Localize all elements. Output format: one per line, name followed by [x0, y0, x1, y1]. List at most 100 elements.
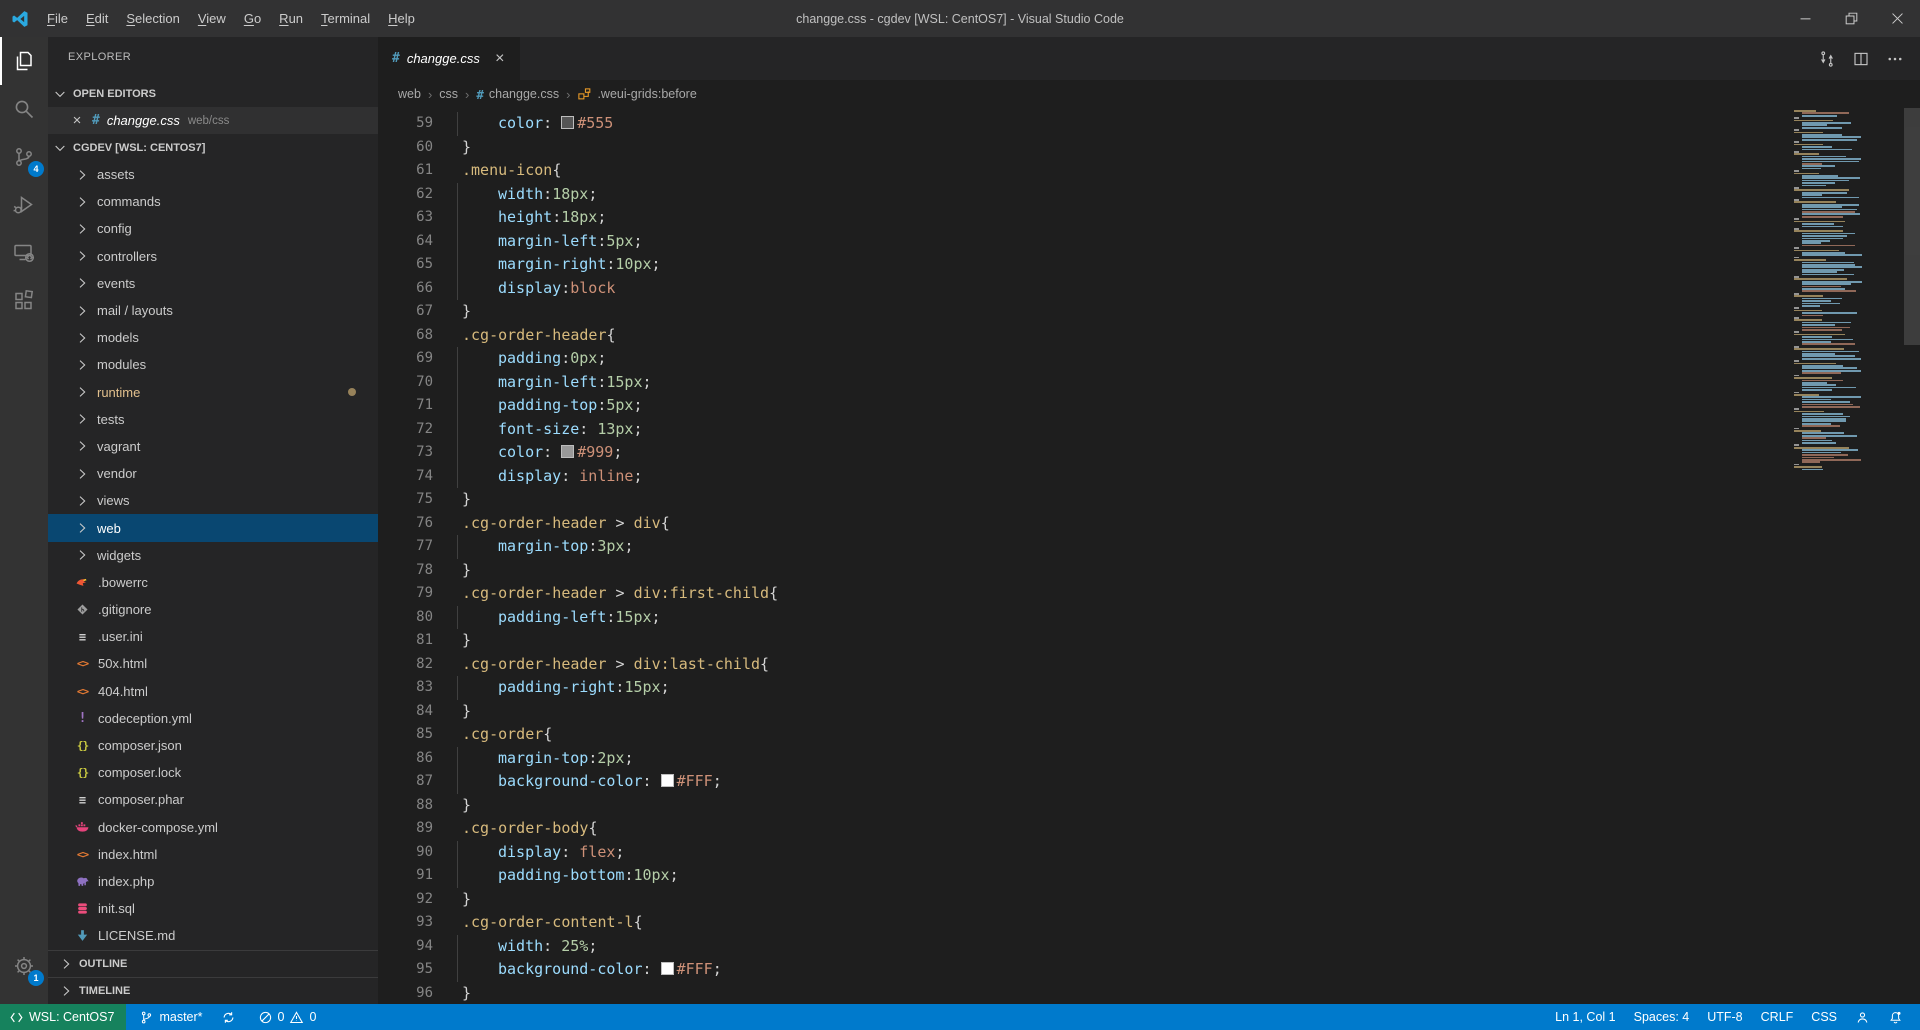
editor-scrollbar[interactable]	[1904, 108, 1920, 1004]
code-line[interactable]: 63height:18px;	[378, 206, 1920, 230]
code-line[interactable]: 69padding:0px;	[378, 347, 1920, 371]
code-line[interactable]: 73color: #999;	[378, 441, 1920, 465]
activity-source-control[interactable]: 4	[0, 133, 48, 181]
activity-remote-explorer[interactable]	[0, 229, 48, 277]
tree-file--user-ini[interactable]: ≡.user.ini	[48, 623, 378, 650]
tree-file-50x-html[interactable]: <>50x.html	[48, 650, 378, 677]
tree-folder-commands[interactable]: commands	[48, 188, 378, 215]
tree-folder-tests[interactable]: tests	[48, 406, 378, 433]
code-line[interactable]: 77margin-top:3px;	[378, 535, 1920, 559]
minimap[interactable]	[1792, 110, 1904, 471]
code-line[interactable]: 60}	[378, 136, 1920, 160]
tree-file--bowerrc[interactable]: .bowerrc	[48, 569, 378, 596]
close-window-button[interactable]	[1874, 0, 1920, 37]
close-editor-icon[interactable]: ×	[68, 112, 86, 129]
code-line[interactable]: 95background-color: #FFF;	[378, 958, 1920, 982]
remote-indicator[interactable]: WSL: CentOS7	[0, 1004, 126, 1030]
language-mode[interactable]: CSS	[1802, 1004, 1846, 1030]
indentation-setting[interactable]: Spaces: 4	[1625, 1004, 1699, 1030]
menu-edit[interactable]: Edit	[77, 0, 117, 37]
restore-button[interactable]	[1828, 0, 1874, 37]
code-line[interactable]: 76.cg-order-header > div{	[378, 512, 1920, 536]
tab-close-icon[interactable]: ×	[490, 50, 510, 68]
code-line[interactable]: 59color: #555	[378, 112, 1920, 136]
code-line[interactable]: 87background-color: #FFF;	[378, 770, 1920, 794]
tree-file-codeception-yml[interactable]: !codeception.yml	[48, 705, 378, 732]
tree-file-composer-phar[interactable]: ≡composer.phar	[48, 786, 378, 813]
code-line[interactable]: 70margin-left:15px;	[378, 371, 1920, 395]
activity-extensions[interactable]	[0, 277, 48, 325]
section-timeline[interactable]: TIMELINE	[48, 977, 378, 1004]
tree-file-init-sql[interactable]: init.sql	[48, 895, 378, 922]
tree-file--gitignore[interactable]: .gitignore	[48, 596, 378, 623]
activity-search[interactable]	[0, 85, 48, 133]
code-line[interactable]: 86margin-top:2px;	[378, 747, 1920, 771]
notifications-bell[interactable]	[1879, 1004, 1912, 1030]
code-line[interactable]: 92}	[378, 888, 1920, 912]
code-line[interactable]: 72font-size: 13px;	[378, 418, 1920, 442]
problems-item[interactable]: 0 0	[249, 1004, 326, 1030]
code-line[interactable]: 93.cg-order-content-l{	[378, 911, 1920, 935]
git-branch-item[interactable]: master*	[130, 1004, 211, 1030]
section-project[interactable]: CGDEV [WSL: CENTOS7]	[48, 134, 378, 161]
tree-folder-widgets[interactable]: widgets	[48, 542, 378, 569]
scrollbar-thumb[interactable]	[1904, 108, 1920, 345]
code-line[interactable]: 75}	[378, 488, 1920, 512]
color-swatch[interactable]	[661, 962, 674, 975]
code-line[interactable]: 82.cg-order-header > div:last-child{	[378, 653, 1920, 677]
breadcrumb-item-css[interactable]: css	[439, 87, 458, 101]
activity-run-debug[interactable]	[0, 181, 48, 229]
color-swatch[interactable]	[561, 445, 574, 458]
code-line[interactable]: 89.cg-order-body{	[378, 817, 1920, 841]
code-line[interactable]: 71padding-top:5px;	[378, 394, 1920, 418]
tree-folder-models[interactable]: models	[48, 324, 378, 351]
tree-folder-mail-layouts[interactable]: mail / layouts	[48, 297, 378, 324]
breadcrumb-item-changge-css[interactable]: #changge.css	[476, 87, 559, 102]
split-editor-icon[interactable]	[1852, 50, 1870, 68]
tree-file-composer-lock[interactable]: {}composer.lock	[48, 759, 378, 786]
code-line[interactable]: 94width: 25%;	[378, 935, 1920, 959]
tree-folder-vagrant[interactable]: vagrant	[48, 433, 378, 460]
tree-file-index-php[interactable]: index.php	[48, 868, 378, 895]
tree-folder-runtime[interactable]: runtime	[48, 379, 378, 406]
more-actions-icon[interactable]	[1886, 50, 1904, 68]
section-outline[interactable]: OUTLINE	[48, 950, 378, 977]
tree-file-composer-json[interactable]: {}composer.json	[48, 732, 378, 759]
code-line[interactable]: 80padding-left:15px;	[378, 606, 1920, 630]
tree-folder-events[interactable]: events	[48, 270, 378, 297]
menu-terminal[interactable]: Terminal	[312, 0, 379, 37]
code-line[interactable]: 91padding-bottom:10px;	[378, 864, 1920, 888]
feedback-button[interactable]	[1846, 1004, 1879, 1030]
code-line[interactable]: 68.cg-order-header{	[378, 324, 1920, 348]
activity-explorer[interactable]	[0, 37, 48, 85]
code-line[interactable]: 61.menu-icon{	[378, 159, 1920, 183]
code-line[interactable]: 90display: flex;	[378, 841, 1920, 865]
section-open-editors[interactable]: OPEN EDITORS	[48, 80, 378, 107]
eol-setting[interactable]: CRLF	[1752, 1004, 1803, 1030]
code-line[interactable]: 62width:18px;	[378, 183, 1920, 207]
code-line[interactable]: 74display: inline;	[378, 465, 1920, 489]
code-line[interactable]: 83padding-right:15px;	[378, 676, 1920, 700]
menu-view[interactable]: View	[189, 0, 235, 37]
breadcrumb-item-web[interactable]: web	[398, 87, 421, 101]
code-line[interactable]: 85.cg-order{	[378, 723, 1920, 747]
color-swatch[interactable]	[561, 116, 574, 129]
menu-help[interactable]: Help	[379, 0, 424, 37]
breadcrumb-item--weui-grids-before[interactable]: .weui-grids:before	[577, 87, 696, 102]
tab-changge-css[interactable]: # changge.css ×	[378, 37, 520, 80]
code-line[interactable]: 88}	[378, 794, 1920, 818]
code-line[interactable]: 96}	[378, 982, 1920, 1005]
code-line[interactable]: 64margin-left:5px;	[378, 230, 1920, 254]
tree-folder-controllers[interactable]: controllers	[48, 243, 378, 270]
code-line[interactable]: 84}	[378, 700, 1920, 724]
code-line[interactable]: 66display:block	[378, 277, 1920, 301]
tree-folder-vendor[interactable]: vendor	[48, 460, 378, 487]
code-line[interactable]: 79.cg-order-header > div:first-child{	[378, 582, 1920, 606]
encoding-setting[interactable]: UTF-8	[1698, 1004, 1751, 1030]
tree-folder-web[interactable]: web	[48, 514, 378, 541]
code-line[interactable]: 81}	[378, 629, 1920, 653]
tree-folder-config[interactable]: config	[48, 215, 378, 242]
tree-folder-assets[interactable]: assets	[48, 161, 378, 188]
code-line[interactable]: 78}	[378, 559, 1920, 583]
cursor-position[interactable]: Ln 1, Col 1	[1546, 1004, 1624, 1030]
